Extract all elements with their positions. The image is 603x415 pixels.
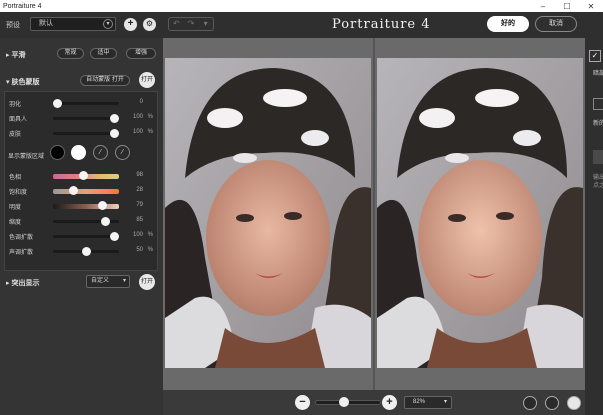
slider-track[interactable] bbox=[53, 129, 119, 138]
ok-button[interactable]: 好的 bbox=[487, 16, 529, 32]
cancel-button[interactable]: 取消 bbox=[535, 16, 577, 32]
show-mask-label: 显示蒙版区域 bbox=[8, 154, 45, 160]
slider-knob[interactable] bbox=[81, 247, 91, 256]
zoom-slider-knob[interactable] bbox=[339, 397, 349, 407]
slider-knob[interactable] bbox=[78, 171, 88, 180]
slider-row: 声调扩散 50 % bbox=[9, 247, 153, 256]
slider-track[interactable] bbox=[53, 114, 119, 123]
slider-track[interactable] bbox=[53, 232, 119, 241]
zoom-in-button[interactable]: + bbox=[382, 395, 397, 410]
smoothing-medium-button[interactable]: 适中 bbox=[90, 48, 117, 59]
slider-knob[interactable] bbox=[110, 232, 119, 241]
maximize-button[interactable]: ☐ bbox=[555, 2, 579, 11]
slider-row: 羽化 0 bbox=[9, 99, 143, 108]
slider-track[interactable] bbox=[53, 186, 119, 195]
plus-icon: + bbox=[386, 396, 393, 408]
history-dropdown-icon[interactable]: ▾ bbox=[198, 18, 213, 30]
smoothing-normal-button[interactable]: 常规 bbox=[57, 48, 84, 59]
chevron-down-icon: ▾ bbox=[122, 278, 126, 284]
split-vertical-view-button[interactable] bbox=[567, 396, 581, 410]
zoom-value: 82% bbox=[413, 399, 426, 405]
undo-icon[interactable]: ↶ bbox=[169, 18, 184, 30]
window-controls: – ☐ ✕ bbox=[531, 2, 603, 11]
top-toolbar: 预设 默认 ▾ + ⚙ ↶ ↷ ▾ Portraiture 4 好的 取消 bbox=[0, 12, 603, 38]
slider-row: 皮肤 100 % bbox=[9, 129, 153, 138]
checkbox[interactable]: ✓ bbox=[589, 50, 601, 62]
plus-icon: + bbox=[127, 18, 134, 29]
slider-row: 面具人 100 % bbox=[9, 114, 153, 123]
check-icon: ✓ bbox=[591, 51, 599, 60]
slider-knob[interactable] bbox=[98, 201, 108, 210]
chevron-down-icon: ▾ bbox=[103, 19, 113, 29]
portrait-image bbox=[165, 58, 371, 368]
slider-knob[interactable] bbox=[101, 217, 111, 226]
smoothing-strong-button[interactable]: 增强 bbox=[126, 48, 156, 59]
slider-row: 明度 79 bbox=[9, 201, 143, 211]
preset-label: 预设 bbox=[6, 22, 20, 29]
slider-row: 饱和度 28 bbox=[9, 186, 143, 196]
split-divider[interactable] bbox=[373, 38, 375, 390]
minimize-button[interactable]: – bbox=[531, 2, 555, 11]
skin-mask-toggle[interactable]: 打开 bbox=[139, 72, 155, 88]
brand-logo: Portraiture 4 bbox=[332, 17, 431, 32]
undo-redo-group: ↶ ↷ ▾ bbox=[168, 17, 214, 31]
eyedropper-icon[interactable]: ⁄ bbox=[93, 145, 108, 160]
enhance-toggle[interactable]: 打开 bbox=[139, 274, 155, 290]
preview-photo bbox=[377, 58, 583, 368]
slider-row: 缩度 85 bbox=[9, 217, 143, 226]
right-panel: ✓ 暗部 新的 输出 点之 bbox=[585, 38, 603, 415]
bottom-bar: − + 82% ▾ bbox=[163, 390, 585, 415]
add-preset-button[interactable]: + bbox=[124, 18, 137, 31]
slider-knob[interactable] bbox=[53, 99, 62, 108]
title-bar: Portraiture 4 – ☐ ✕ bbox=[0, 0, 603, 12]
slider-knob[interactable] bbox=[110, 114, 119, 123]
slider-track[interactable] bbox=[53, 247, 119, 256]
smoothing-title[interactable]: ▸ 平滑 bbox=[6, 50, 25, 60]
zoom-select[interactable]: 82% ▾ bbox=[404, 396, 452, 409]
slider-track[interactable] bbox=[53, 99, 119, 108]
skin-mask-panel: 羽化 0 面具人 100 % 皮肤 100 % 显示蒙版区域 ⁄ ⁄ 色相 98 bbox=[4, 91, 158, 271]
slider-knob[interactable] bbox=[68, 186, 78, 195]
gear-icon: ⚙ bbox=[145, 19, 154, 28]
single-view-button[interactable] bbox=[523, 396, 537, 410]
original-photo bbox=[165, 58, 371, 368]
slider-row: 色相 98 bbox=[9, 171, 143, 181]
eyedropper-plus-icon[interactable]: ⁄ bbox=[115, 145, 130, 160]
redo-icon[interactable]: ↷ bbox=[184, 18, 199, 30]
color-swatch[interactable] bbox=[593, 98, 603, 110]
zoom-out-button[interactable]: − bbox=[295, 395, 310, 410]
slider-knob[interactable] bbox=[110, 129, 119, 138]
chevron-down-icon: ▾ bbox=[443, 399, 447, 405]
preset-value: 默认 bbox=[39, 20, 53, 27]
skin-mask-title[interactable]: ▾ 肤色蒙版 bbox=[6, 77, 39, 87]
slider-track[interactable] bbox=[53, 217, 119, 226]
split-horizontal-view-button[interactable] bbox=[545, 396, 559, 410]
close-button[interactable]: ✕ bbox=[579, 2, 603, 11]
window-title: Portraiture 4 bbox=[3, 2, 42, 10]
preset-select[interactable]: 默认 ▾ bbox=[30, 17, 116, 31]
preview-canvas bbox=[163, 38, 585, 390]
minus-icon: − bbox=[299, 396, 306, 408]
slider-track[interactable] bbox=[53, 171, 119, 180]
mask-color-white-swatch[interactable] bbox=[71, 145, 86, 160]
left-panel: ▸ 平滑 常规 适中 增强 ▾ 肤色蒙版 自动蒙版 打开 打开 羽化 0 面具人… bbox=[0, 38, 163, 415]
mask-color-black-swatch[interactable] bbox=[50, 145, 65, 160]
slider-row: 色调扩散 100 % bbox=[9, 232, 153, 241]
settings-button[interactable]: ⚙ bbox=[143, 18, 156, 31]
slider-track[interactable] bbox=[53, 201, 119, 210]
portrait-image bbox=[377, 58, 583, 368]
auto-mask-button[interactable]: 自动蒙版 打开 bbox=[80, 75, 130, 86]
enhance-title[interactable]: ▸ 突出显示 bbox=[6, 278, 39, 288]
output-button[interactable] bbox=[593, 150, 603, 164]
enhance-preset-select[interactable]: 自定义 ▾ bbox=[86, 275, 130, 288]
